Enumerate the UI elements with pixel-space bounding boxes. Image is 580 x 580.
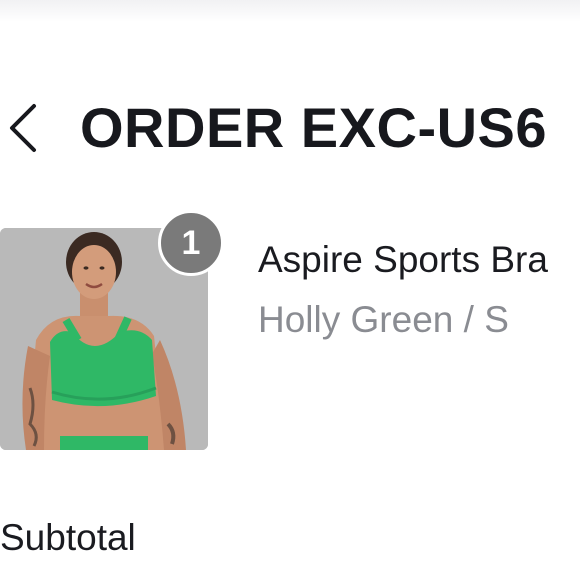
product-variant: Holly Green / S (258, 299, 509, 340)
quantity-badge: 1 (158, 210, 224, 276)
order-line-item[interactable]: 1 Aspire Sports Bra Holly Green / S (0, 210, 580, 450)
subtotal-label: Subtotal (0, 517, 136, 558)
page-title: ORDER EXC-US6 (80, 96, 548, 159)
order-header: ORDER EXC-US6 (0, 88, 580, 168)
chevron-left-icon (10, 104, 36, 152)
product-name[interactable]: Aspire Sports Bra (258, 238, 548, 282)
back-button[interactable] (4, 102, 44, 154)
status-bar-strip (0, 0, 580, 22)
